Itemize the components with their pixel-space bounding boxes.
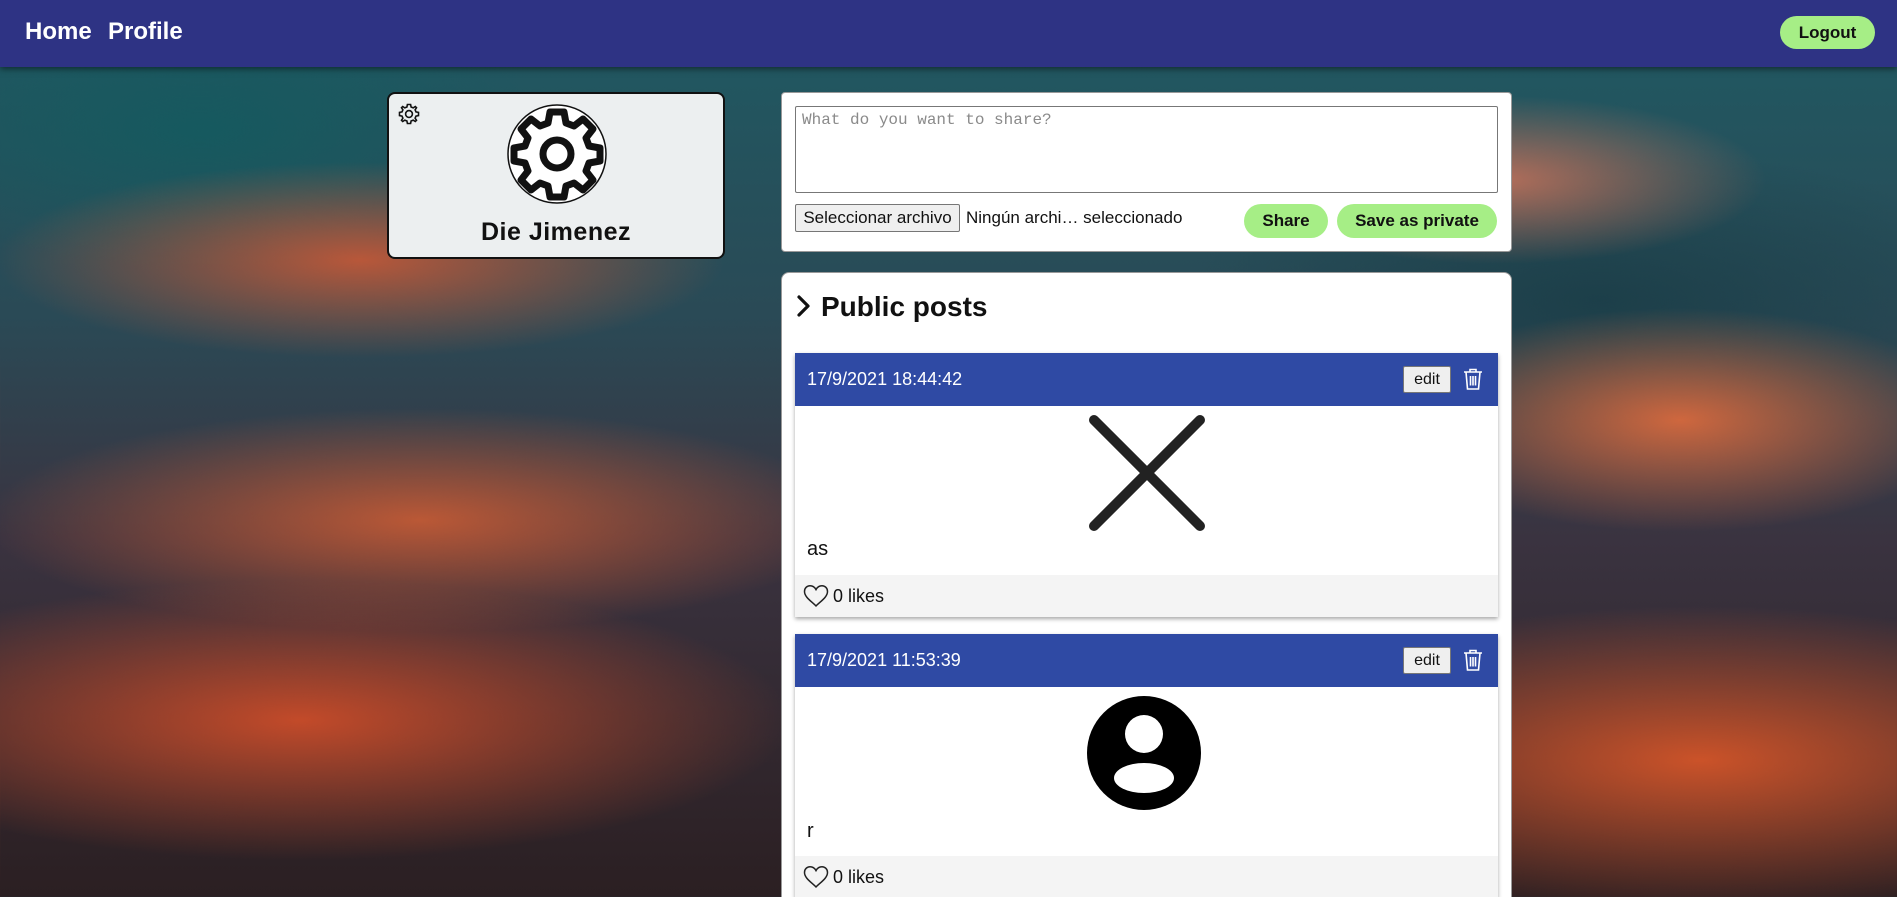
chevron-right-icon[interactable] xyxy=(794,293,814,319)
select-file-button[interactable]: Seleccionar archivo xyxy=(795,204,960,232)
post-card: 17/9/2021 18:44:42 edit as 0 likes xyxy=(795,353,1498,617)
heart-icon[interactable] xyxy=(803,584,829,608)
post-text: as xyxy=(807,538,829,560)
likes-count: 0 likes xyxy=(833,867,885,887)
nav-profile-link[interactable]: Profile xyxy=(108,18,183,46)
profile-name: Die Jimenez xyxy=(480,218,631,246)
avatar-gear-icon xyxy=(507,104,607,204)
settings-gear-icon[interactable] xyxy=(397,102,421,126)
trash-icon[interactable] xyxy=(1462,648,1484,672)
close-x-icon xyxy=(1087,413,1207,533)
post-footer: 0 likes xyxy=(795,575,1498,617)
public-posts-panel: Public posts 17/9/2021 18:44:42 edit as … xyxy=(781,272,1512,897)
logout-button[interactable]: Logout xyxy=(1780,16,1875,49)
share-button[interactable]: Share xyxy=(1244,204,1328,238)
nav-home-link[interactable]: Home xyxy=(25,18,92,46)
trash-icon[interactable] xyxy=(1462,367,1484,391)
post-footer: 0 likes xyxy=(795,856,1498,897)
posts-section-title: Public posts xyxy=(821,291,988,322)
post-header: 17/9/2021 18:44:42 edit xyxy=(795,353,1498,406)
post-card: 17/9/2021 11:53:39 edit r 0 likes xyxy=(795,634,1498,897)
profile-card: Die Jimenez xyxy=(387,92,725,259)
top-navbar: Home Profile Logout xyxy=(0,0,1897,67)
user-avatar-icon xyxy=(1087,696,1201,810)
share-textarea[interactable] xyxy=(795,106,1498,193)
post-header: 17/9/2021 11:53:39 edit xyxy=(795,634,1498,687)
post-text: r xyxy=(807,820,814,842)
post-composer: Seleccionar archivo Ningún archi… selecc… xyxy=(781,92,1512,252)
edit-post-button[interactable]: edit xyxy=(1403,366,1451,393)
file-status-text: Ningún archi… seleccionado xyxy=(966,208,1183,227)
post-timestamp: 17/9/2021 18:44:42 xyxy=(807,369,963,389)
edit-post-button[interactable]: edit xyxy=(1403,647,1451,674)
heart-icon[interactable] xyxy=(803,865,829,889)
post-timestamp: 17/9/2021 11:53:39 xyxy=(807,650,961,670)
save-private-button[interactable]: Save as private xyxy=(1337,204,1497,238)
likes-count: 0 likes xyxy=(833,586,885,606)
